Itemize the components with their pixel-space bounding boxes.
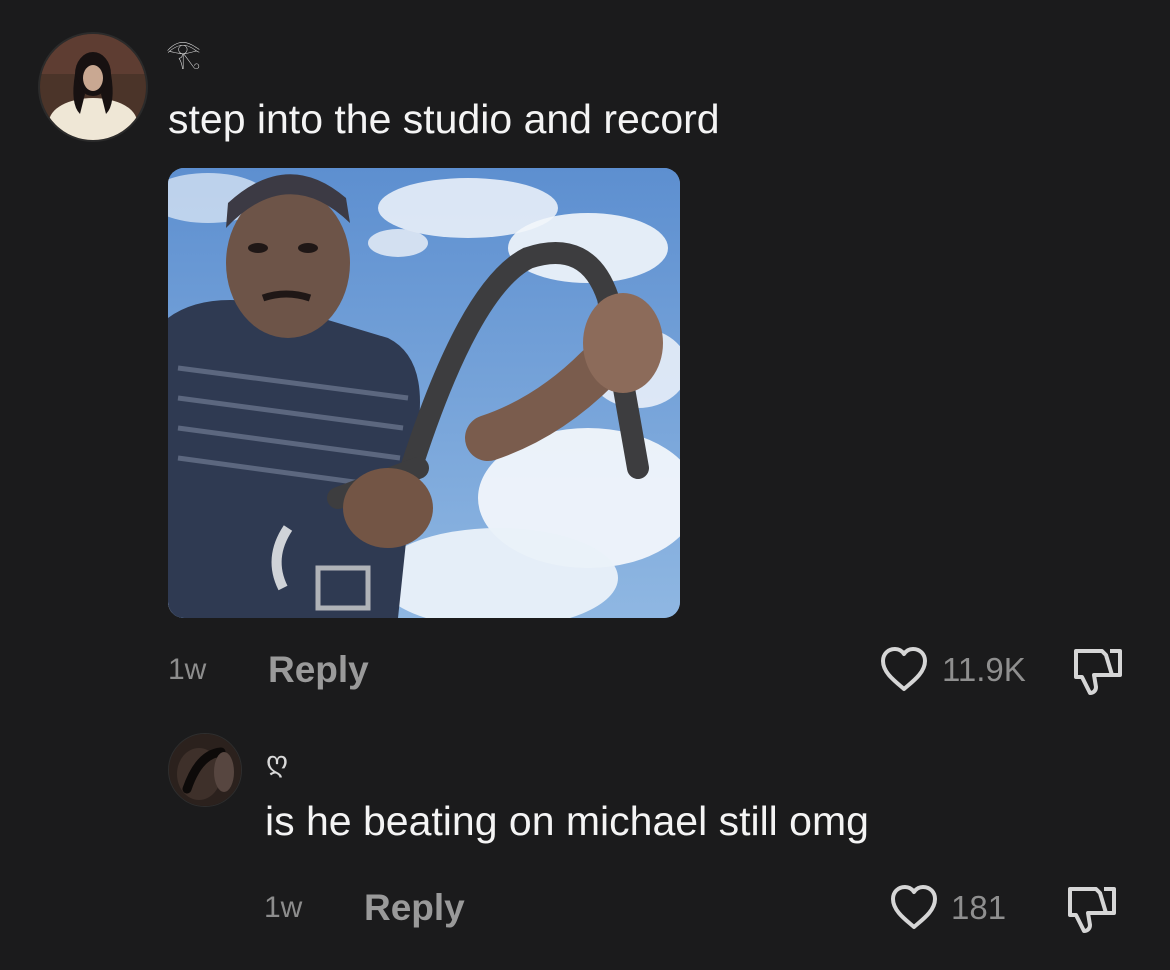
replier-username[interactable]: ღ xyxy=(266,748,288,776)
comment-image[interactable] xyxy=(168,168,680,618)
commenter-username[interactable]: 𓂀 xyxy=(166,40,201,68)
comment-text: step into the studio and record xyxy=(168,96,720,142)
thumbs-down-icon[interactable] xyxy=(1068,643,1126,697)
reply-text: is he beating on michael still omg xyxy=(265,798,869,844)
reply-button[interactable]: Reply xyxy=(364,889,465,926)
reply-timestamp: 1w xyxy=(264,891,303,924)
like-count: 181 xyxy=(951,889,1007,926)
thumbs-down-icon[interactable] xyxy=(1062,881,1120,935)
avatar-portrait xyxy=(40,34,146,140)
meme-image xyxy=(168,168,680,618)
heart-icon[interactable] xyxy=(878,645,930,693)
heart-icon[interactable] xyxy=(888,883,940,931)
replier-avatar[interactable] xyxy=(168,733,242,807)
avatar-image xyxy=(169,734,241,806)
commenter-avatar[interactable] xyxy=(38,32,148,142)
comment-timestamp: 1w xyxy=(168,653,207,686)
reply-button[interactable]: Reply xyxy=(268,651,369,688)
like-count: 11.9K xyxy=(942,651,1026,688)
